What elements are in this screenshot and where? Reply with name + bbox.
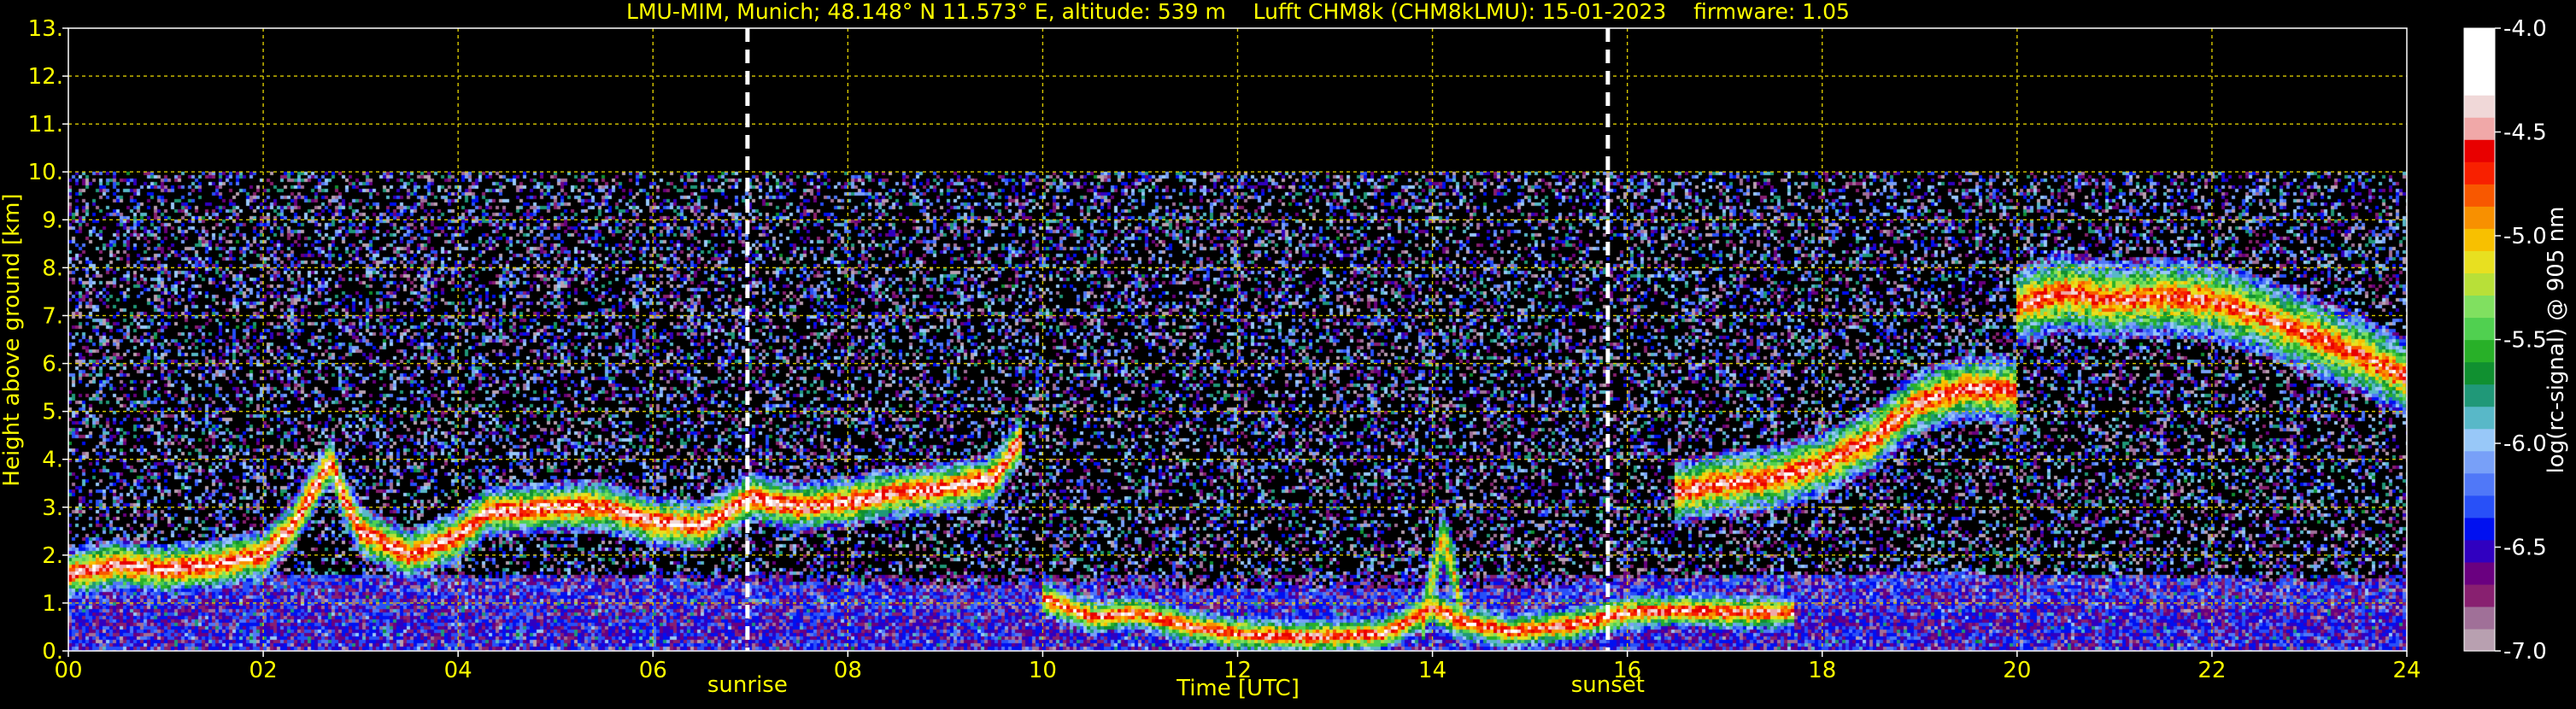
x-tick-label: 22 bbox=[2198, 658, 2226, 683]
x-tick-label: 16 bbox=[1613, 658, 1641, 683]
x-tick-label: 14 bbox=[1418, 658, 1446, 683]
x-axis-label: Time [UTC] bbox=[1176, 676, 1300, 701]
colorbar-segment bbox=[2464, 472, 2495, 496]
x-tick-label: 24 bbox=[2392, 658, 2421, 683]
colorbar-segment bbox=[2464, 272, 2495, 296]
y-tick-label: 11. bbox=[28, 112, 63, 138]
colorbar-tick-label: -5.5 bbox=[2503, 328, 2547, 354]
x-tick-label: 08 bbox=[834, 658, 862, 683]
y-tick-label: 3. bbox=[42, 495, 63, 521]
colorbar-segment bbox=[2464, 384, 2495, 407]
colorbar-segment bbox=[2464, 184, 2495, 207]
colorbar-tick-label: -6.0 bbox=[2503, 431, 2547, 457]
x-tick-label: 06 bbox=[639, 658, 667, 683]
x-tick-label: 02 bbox=[249, 658, 278, 683]
colorbar-segment bbox=[2464, 161, 2495, 185]
y-tick-label: 0. bbox=[42, 639, 63, 665]
y-tick-label: 12. bbox=[28, 64, 63, 90]
y-tick-label: 2. bbox=[42, 543, 63, 569]
colorbar-segment bbox=[2464, 139, 2495, 162]
y-tick-label: 4. bbox=[42, 448, 63, 473]
colorbar-segment bbox=[2464, 73, 2495, 96]
y-tick-label: 6. bbox=[42, 352, 63, 378]
colorbar-segment bbox=[2464, 295, 2495, 319]
x-tick-label: 04 bbox=[444, 658, 472, 683]
colorbar-segment bbox=[2464, 583, 2495, 607]
ceilometer-plot: sunrise sunset 00 02 04 06 08 10 12 14 16 18 20 22 24… bbox=[0, 0, 2576, 706]
colorbar-segment bbox=[2464, 339, 2495, 363]
y-tick-label: 7. bbox=[42, 303, 63, 329]
y-tick-label: 5. bbox=[42, 400, 63, 425]
x-tick-label: 18 bbox=[1808, 658, 1836, 683]
colorbar-segment bbox=[2464, 117, 2495, 140]
y-axis-label: Height above ground [km] bbox=[0, 193, 25, 486]
colorbar-label: log(rc-signal) @ 905 nm bbox=[2544, 207, 2569, 474]
sun-marker-label: sunrise bbox=[707, 672, 788, 698]
colorbar-segment bbox=[2464, 406, 2495, 430]
ceilometer-figure: sunrise sunset 00 02 04 06 08 10 12 14 16 18 20 22 24… bbox=[0, 0, 2576, 706]
colorbar-segment bbox=[2464, 95, 2495, 118]
colorbar-segment bbox=[2464, 50, 2495, 73]
colorbar-segment bbox=[2464, 250, 2495, 273]
y-tick-label: 1. bbox=[42, 591, 63, 617]
colorbar-segment bbox=[2464, 450, 2495, 474]
colorbar-segment bbox=[2464, 206, 2495, 229]
y-tick-label: 13. bbox=[28, 16, 63, 42]
x-tick-label: 20 bbox=[2003, 658, 2031, 683]
colorbar-segment bbox=[2464, 561, 2495, 585]
y-tick-label: 10. bbox=[28, 160, 63, 185]
colorbar-tick-label: -7.0 bbox=[2503, 639, 2547, 665]
colorbar-tick-label: -6.5 bbox=[2503, 536, 2547, 561]
colorbar-segment bbox=[2464, 317, 2495, 341]
colorbar-tick-label: -4.5 bbox=[2503, 120, 2547, 146]
x-tick-label: 10 bbox=[1029, 658, 1057, 683]
colorbar-segment bbox=[2464, 361, 2495, 385]
colorbar-tick-label: -4.0 bbox=[2503, 16, 2547, 42]
colorbar-segment bbox=[2464, 495, 2495, 519]
colorbar-segment bbox=[2464, 517, 2495, 541]
colorbar-segment bbox=[2464, 228, 2495, 251]
y-tick-label: 9. bbox=[42, 208, 63, 233]
colorbar-segment bbox=[2464, 428, 2495, 452]
y-tick-label: 8. bbox=[42, 255, 63, 281]
colorbar-tick-label: -5.0 bbox=[2503, 224, 2547, 249]
colorbar-segment bbox=[2464, 28, 2495, 51]
colorbar-segment bbox=[2464, 628, 2495, 652]
chart-title: LMU-MIM, Munich; 48.148° N 11.573° E, al… bbox=[626, 0, 1850, 24]
colorbar-segment bbox=[2464, 606, 2495, 630]
colorbar-segment bbox=[2464, 539, 2495, 563]
